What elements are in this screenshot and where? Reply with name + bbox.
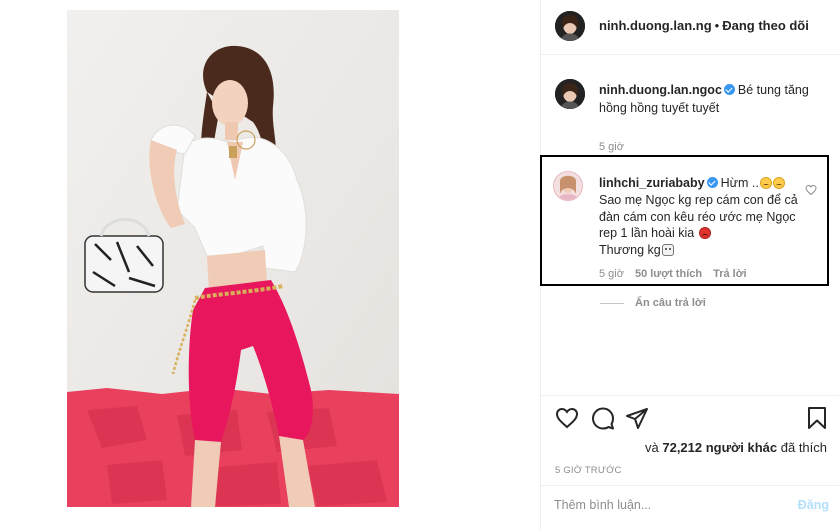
angry-face-emoji-icon: [698, 227, 711, 240]
avatar[interactable]: [555, 11, 585, 41]
comment-icon[interactable]: [591, 406, 615, 430]
sad-face-emoji-icon: [772, 177, 785, 189]
highlighted-comment: linhchi_zuriababy Hừm .. Sao mẹ Ngọc kg r…: [540, 155, 829, 286]
header-separator: •: [714, 18, 720, 33]
comment-meta: 5 giờ 50 lượt thích Trả lời: [599, 268, 758, 280]
header-username[interactable]: ninh.duong.lan.ng: [599, 18, 712, 33]
divider: [600, 302, 624, 304]
post-header: ninh.duong.lan.ng • Đang theo dõi: [541, 0, 839, 55]
bookmark-icon[interactable]: [805, 406, 829, 430]
avatar[interactable]: [553, 171, 583, 201]
comment-input[interactable]: [554, 494, 774, 516]
comment-likes[interactable]: 50 lượt thích: [635, 268, 702, 280]
heart-icon[interactable]: [805, 184, 817, 196]
caption-time[interactable]: 5 giờ: [599, 141, 624, 153]
sad-face-emoji-icon: [759, 177, 772, 189]
likes-suffix: đã thích: [780, 440, 828, 455]
verified-badge-icon: [723, 84, 735, 95]
heart-icon[interactable]: [555, 406, 579, 430]
skull-emoji-icon: [661, 244, 674, 257]
hide-replies-label: Ẩn câu trả lời: [635, 297, 706, 309]
hide-replies-button[interactable]: Ẩn câu trả lời: [600, 297, 706, 309]
verified-badge-icon: [706, 177, 718, 188]
caption-text: ninh.duong.lan.ngoc Bé tung tăng hồng hồn…: [599, 81, 829, 117]
post-side-panel: ninh.duong.lan.ng • Đang theo dõi ninh.duo…: [540, 0, 839, 530]
comment-time[interactable]: 5 giờ: [599, 268, 624, 280]
caption-username[interactable]: ninh.duong.lan.ngoc: [599, 83, 722, 97]
comment-line3: Thương kg: [599, 243, 661, 258]
avatar[interactable]: [555, 79, 585, 109]
comment-text: linhchi_zuriababy Hừm .. Sao mẹ Ngọc kg r…: [599, 175, 799, 259]
post-photo[interactable]: [67, 10, 399, 507]
post-comment-button[interactable]: Đăng: [798, 498, 829, 512]
likes-count-link[interactable]: 72,212 người khác: [662, 440, 777, 455]
comment-line1: Hừm ..: [720, 176, 759, 190]
posted-time[interactable]: 5 GIỜ TRƯỚC: [555, 465, 622, 476]
post-actions: và 72,212 người khác đã thích 5 GIỜ TRƯỚ…: [541, 395, 839, 530]
likes-summary: và 72,212 người khác đã thích: [645, 440, 827, 455]
comment-username[interactable]: linhchi_zuriababy: [599, 176, 705, 190]
likes-prefix: và: [645, 440, 659, 455]
instagram-post-modal: ninh.duong.lan.ng • Đang theo dõi ninh.duo…: [0, 0, 839, 530]
add-comment-bar: Đăng: [541, 485, 839, 530]
header-username-row: ninh.duong.lan.ng • Đang theo dõi: [599, 18, 809, 33]
reply-button[interactable]: Trả lời: [713, 268, 747, 280]
follow-status-button[interactable]: Đang theo dõi: [722, 18, 809, 33]
share-icon[interactable]: [625, 406, 649, 430]
